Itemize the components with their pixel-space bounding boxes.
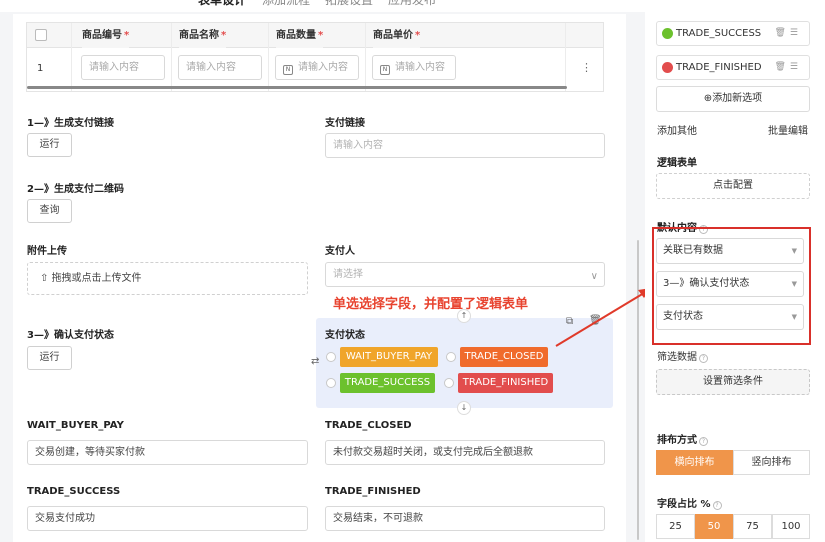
panel-option-trade-finished[interactable]: TRADE_FINISHED 🗑☰ — [656, 55, 810, 80]
number-icon: N — [380, 65, 390, 75]
header-product-code: 商品编号 * — [82, 23, 130, 48]
column-divider — [71, 23, 72, 91]
layout-title: 排布方式? — [657, 431, 708, 446]
highlight-box — [652, 227, 811, 345]
filter-data-title: 筛选数据? — [657, 348, 708, 363]
delete-drag-icons[interactable]: 🗑☰ — [775, 56, 803, 79]
move-down-icon[interactable]: ↓ — [457, 401, 471, 415]
color-dot[interactable] — [662, 28, 673, 39]
logic-form-config-button[interactable]: 点击配置 — [656, 173, 810, 199]
gen-link-label: 1—》生成支付链接 — [27, 118, 114, 129]
confirm-status-label: 3—》确认支付状态 — [27, 330, 114, 341]
ratio-50-button[interactable]: 50 — [695, 514, 733, 539]
add-option-button[interactable]: ⊕添加新选项 — [656, 86, 810, 112]
column-divider — [268, 23, 269, 91]
header-product-price: 商品单价 * — [373, 23, 421, 48]
option-trade-closed[interactable]: TRADE_CLOSED — [460, 347, 548, 367]
plus-circle-icon: ⊕ — [703, 93, 713, 104]
attachment-label: 附件上传 — [27, 246, 67, 257]
payer-label: 支付人 — [325, 246, 355, 257]
set-filter-button[interactable]: 设置筛选条件 — [656, 369, 810, 395]
run-confirm-status-button[interactable]: 运行 — [27, 346, 72, 370]
trade-closed-label: TRADE_CLOSED — [325, 420, 412, 431]
product-subtable: 商品编号 * 商品名称 * 商品数量 * 商品单价 * 1 请输入内容 请输入内容 N请… — [26, 22, 604, 92]
logic-form-title: 逻辑表单 — [657, 158, 697, 169]
help-icon[interactable]: ? — [699, 437, 708, 446]
delete-icon[interactable]: 🗑 — [589, 315, 602, 326]
trade-finished-input[interactable]: 交易结束，不可退款 — [325, 506, 605, 531]
annotation-text: 单选选择字段，并配置了逻辑表单 — [333, 297, 529, 312]
tab-publish[interactable]: 应用发布 — [388, 0, 436, 8]
product-price-input[interactable]: N 请输入内容 — [372, 55, 456, 80]
trade-success-label: TRADE_SUCCESS — [27, 486, 121, 497]
column-divider — [565, 23, 566, 91]
swap-icon[interactable]: ⇄ — [311, 356, 319, 367]
wait-buyer-pay-label: WAIT_BUYER_PAY — [27, 420, 124, 431]
pay-status-label: 支付状态 — [325, 330, 365, 341]
header-product-qty: 商品数量 * — [276, 23, 324, 48]
canvas-scrollbar[interactable] — [637, 240, 639, 540]
pay-link-input[interactable]: 请输入内容 — [325, 133, 605, 158]
ratio-25-button[interactable]: 25 — [656, 514, 695, 539]
trade-finished-label: TRADE_FINISHED — [325, 486, 421, 497]
column-divider — [365, 23, 366, 91]
batch-edit-link[interactable]: 批量编辑 — [768, 122, 808, 137]
trade-closed-input[interactable]: 未付款交易超时关闭，或支付完成后全额退款 — [325, 440, 605, 465]
subtable-scrollbar[interactable] — [27, 86, 567, 89]
option-trade-success[interactable]: TRADE_SUCCESS — [340, 373, 435, 393]
trade-success-input[interactable]: 交易支付成功 — [27, 506, 308, 531]
help-icon[interactable]: ? — [712, 501, 722, 510]
option-wait-buyer-pay[interactable]: WAIT_BUYER_PAY — [340, 347, 438, 367]
upload-icon: ⇧ — [40, 273, 52, 284]
help-icon[interactable]: ? — [699, 354, 708, 363]
copy-icon[interactable]: ⧉ — [566, 316, 573, 327]
chevron-down-icon: ∨ — [590, 271, 598, 282]
tab-add-flow[interactable]: 添加流程 — [262, 0, 310, 8]
ratio-100-button[interactable]: 100 — [772, 514, 810, 539]
row-number: 1 — [37, 63, 44, 74]
radio-trade-closed[interactable] — [446, 352, 456, 362]
attachment-upload[interactable]: ⇧ 拖拽或点击上传文件 — [27, 262, 308, 295]
add-other-link[interactable]: 添加其他 — [657, 122, 697, 137]
radio-trade-success[interactable] — [326, 378, 336, 388]
wait-buyer-pay-input[interactable]: 交易创建，等待买家付款 — [27, 440, 308, 465]
pay-link-label: 支付链接 — [325, 118, 365, 129]
product-name-input[interactable]: 请输入内容 — [178, 55, 262, 80]
product-qty-input[interactable]: N 请输入内容 — [275, 55, 359, 80]
header-product-name: 商品名称 * — [179, 23, 227, 48]
panel-option-trade-success[interactable]: TRADE_SUCCESS 🗑☰ — [656, 21, 810, 46]
row-more-icon[interactable]: ⋮ — [581, 61, 592, 74]
select-all-checkbox[interactable] — [35, 29, 47, 41]
layout-horizontal-button[interactable]: 横向排布 — [656, 450, 733, 475]
radio-trade-finished[interactable] — [444, 378, 454, 388]
color-dot[interactable] — [662, 62, 673, 73]
gen-qr-label: 2—》生成支付二维码 — [27, 184, 124, 195]
tab-extend-settings[interactable]: 拓展设置 — [325, 0, 373, 8]
tab-form-design[interactable]: 表单设计 — [198, 0, 246, 8]
ratio-75-button[interactable]: 75 — [733, 514, 772, 539]
column-divider — [171, 23, 172, 91]
payer-select[interactable]: 请选择 ∨ — [325, 262, 605, 287]
layout-vertical-button[interactable]: 竖向排布 — [733, 450, 810, 475]
product-code-input[interactable]: 请输入内容 — [81, 55, 165, 80]
move-up-icon[interactable]: ↑ — [457, 309, 471, 323]
ratio-title: 字段占比 %? — [657, 495, 722, 510]
run-gen-link-button[interactable]: 运行 — [27, 133, 72, 157]
delete-drag-icons[interactable]: 🗑☰ — [775, 22, 803, 45]
option-trade-finished[interactable]: TRADE_FINISHED — [458, 373, 553, 393]
number-icon: N — [283, 65, 293, 75]
query-qr-button[interactable]: 查询 — [27, 199, 72, 223]
radio-wait-buyer-pay[interactable] — [326, 352, 336, 362]
